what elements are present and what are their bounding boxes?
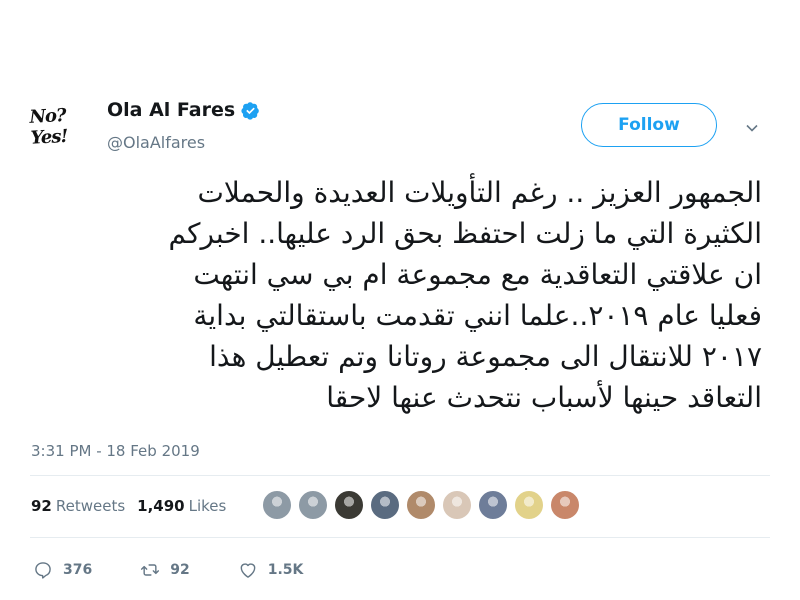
reply-icon [35,562,51,579]
tweet-text-line: التعاقد حينها لأسباب نتحدث عنها لاحقا [326,381,762,414]
tweet-actions: 376 92 1.5K [33,560,351,580]
retweets-label[interactable]: Retweets [56,497,125,515]
tweet-text: الجمهور العزيز .. رغم التأويلات العديدة … [30,172,762,418]
liker-avatar[interactable] [478,490,508,520]
liker-avatar[interactable] [442,490,472,520]
liker-avatar[interactable] [334,490,364,520]
reply-button[interactable]: 376 [33,560,92,580]
tweet-stats: 92 Retweets 1,490 Likes [31,497,238,515]
liker-avatar[interactable] [514,490,544,520]
reply-count: 376 [63,562,93,578]
retweet-icon [141,564,160,576]
liker-avatar[interactable] [262,490,292,520]
tweet-text-line: الجمهور العزيز .. رغم التأويلات العديدة … [197,176,762,209]
liker-avatars [262,490,586,520]
tweet-text-line: فعليا عام ٢٠١٩..علما انني تقدمت باستقالت… [193,299,762,332]
display-name[interactable]: Ola Al Fares [107,99,235,121]
retweets-count[interactable]: 92 [31,497,52,515]
liker-avatar[interactable] [298,490,328,520]
tweet-card: No? Yes! Ola Al Fares @OlaAlfares Follow… [0,0,800,600]
tweet-timestamp[interactable]: 3:31 PM - 18 Feb 2019 [31,442,200,460]
author-name-row: Ola Al Fares [107,99,260,121]
heart-icon [240,563,256,578]
like-button[interactable]: 1.5K [238,560,304,580]
divider [30,475,770,476]
chevron-down-icon[interactable] [744,120,760,136]
likes-label[interactable]: Likes [189,497,227,515]
user-handle[interactable]: @OlaAlfares [107,133,205,152]
liker-avatar[interactable] [550,490,580,520]
retweet-count: 92 [170,562,190,578]
tweet-text-line: ٢٠١٧ للانتقال الى مجموعة روتانا وتم تعطي… [209,340,762,373]
verified-badge-icon [241,101,260,120]
divider [30,537,770,538]
avatar[interactable]: No? Yes! [29,98,102,154]
tweet-text-line: ان علاقتي التعاقدية مع مجموعة ام بي سي ا… [193,258,762,291]
likes-count[interactable]: 1,490 [137,497,184,515]
liker-avatar[interactable] [370,490,400,520]
like-count: 1.5K [267,562,304,578]
retweet-button[interactable]: 92 [140,560,190,580]
liker-avatar[interactable] [406,490,436,520]
follow-button[interactable]: Follow [581,103,717,147]
tweet-text-line: الكثيرة التي ما زلت احتفظ بحق الرد عليها… [168,217,762,250]
